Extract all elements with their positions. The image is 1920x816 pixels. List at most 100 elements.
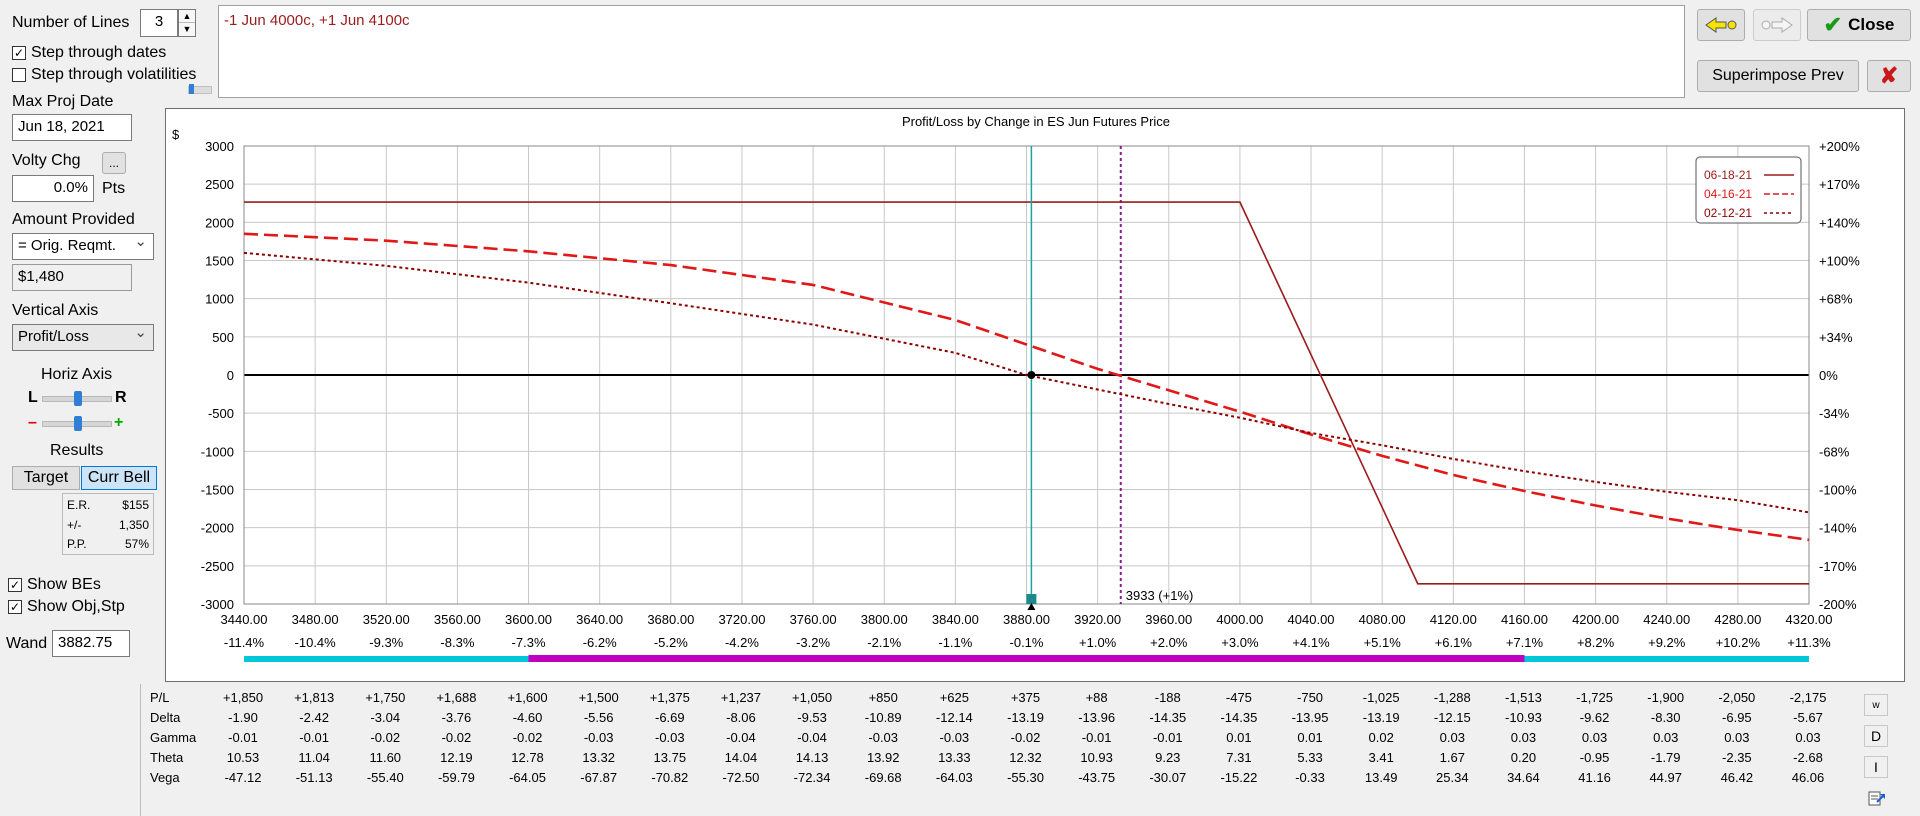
- greek-value: +1,750: [365, 690, 406, 705]
- x-pct-label: +11.3%: [1787, 635, 1831, 650]
- greek-value: -1,025: [1362, 690, 1400, 705]
- greek-value: +1,600: [507, 690, 548, 705]
- greek-value: -0.01: [1152, 730, 1183, 745]
- legend-entry: 04-16-21: [1704, 187, 1752, 201]
- checkbox-checked-icon[interactable]: ✓: [8, 578, 22, 592]
- checkbox-unchecked-icon[interactable]: [12, 68, 26, 82]
- greek-value: -0.02: [1010, 730, 1041, 745]
- step-vol-checkbox[interactable]: Step through volatilities: [12, 66, 196, 84]
- x-tick-label: 3440.00: [221, 612, 268, 627]
- wand-input[interactable]: 3882.75: [52, 630, 130, 657]
- amount-provided-select[interactable]: = Orig. Reqmt.: [12, 233, 154, 260]
- num-lines-stepper[interactable]: ▲ ▼: [178, 9, 196, 37]
- x-tick-label: 4160.00: [1501, 612, 1548, 627]
- x-tick-label: 3480.00: [292, 612, 339, 627]
- greek-value: -0.03: [654, 730, 685, 745]
- greek-value: 3.41: [1368, 750, 1394, 765]
- greek-value: -475: [1225, 690, 1252, 705]
- detail-button[interactable]: D: [1864, 725, 1888, 747]
- width-button[interactable]: w: [1864, 694, 1888, 716]
- export-icon[interactable]: [1864, 787, 1888, 809]
- target-annotation: 3933 (+1%): [1126, 588, 1194, 603]
- greek-value: -4.60: [512, 710, 543, 725]
- slider-thumb[interactable]: [74, 416, 82, 431]
- forward-arrow-button[interactable]: [1753, 9, 1801, 41]
- step-dates-checkbox[interactable]: ✓ Step through dates: [12, 44, 166, 62]
- vertical-axis-select[interactable]: Profit/Loss: [12, 324, 154, 351]
- x-pct-label: +2.0%: [1150, 635, 1188, 650]
- greek-value: -69.68: [864, 770, 902, 785]
- slider-thumb[interactable]: [189, 84, 194, 94]
- info-button[interactable]: I: [1864, 756, 1888, 778]
- vol-step-slider[interactable]: [188, 84, 212, 94]
- greek-value: -0.01: [299, 730, 329, 745]
- pp-label: P.P.: [67, 537, 87, 551]
- volty-chg-input[interactable]: 0.0%: [12, 175, 94, 202]
- x-tick-label: 3600.00: [505, 612, 552, 627]
- greek-value: 0.20: [1510, 750, 1537, 765]
- greek-value: -64.05: [509, 770, 546, 785]
- greek-value: -0.03: [868, 730, 899, 745]
- greek-value: -0.02: [441, 730, 472, 745]
- num-lines-input[interactable]: 3: [140, 9, 178, 37]
- volty-options-button[interactable]: ...: [102, 152, 126, 174]
- checkbox-checked-icon[interactable]: ✓: [8, 600, 22, 614]
- greek-value: -59.79: [437, 770, 475, 785]
- x-pct-label: +8.2%: [1577, 635, 1615, 650]
- spin-up-icon[interactable]: ▲: [179, 10, 195, 23]
- x-tick-label: 4280.00: [1714, 612, 1761, 627]
- x-pct-label: +4.1%: [1292, 635, 1330, 650]
- x-tick-label: 3520.00: [363, 612, 410, 627]
- greek-value: -0.01: [1081, 730, 1112, 745]
- superimpose-prev-button[interactable]: Superimpose Prev: [1697, 60, 1859, 92]
- show-obj-stp-checkbox[interactable]: ✓ Show Obj,Stp: [8, 598, 125, 616]
- greek-value: 7.31: [1226, 750, 1252, 765]
- back-arrow-button[interactable]: [1697, 9, 1745, 41]
- greek-value: 0.03: [1653, 730, 1679, 745]
- y-pct-label: +68%: [1819, 292, 1853, 307]
- position-textarea[interactable]: -1 Jun 4000c, +1 Jun 4100c: [218, 5, 1685, 98]
- greek-value: -3.04: [370, 710, 401, 725]
- greek-value: +1,375: [649, 690, 690, 705]
- pl-chart[interactable]: Profit/Loss by Change in ES Jun Futures …: [166, 109, 1906, 683]
- x-tick-label: 3800.00: [861, 612, 908, 627]
- y-tick-label: -2000: [201, 521, 234, 536]
- er-value: $155: [122, 498, 149, 512]
- greek-value: 12.32: [1009, 750, 1042, 765]
- greek-value: -6.95: [1722, 710, 1752, 725]
- target-button[interactable]: Target: [12, 466, 80, 490]
- close-button[interactable]: ✔ Close: [1807, 9, 1911, 41]
- zoom-slider[interactable]: [42, 416, 112, 431]
- volty-chg-label: Volty Chg: [12, 152, 81, 169]
- max-proj-label: Max Proj Date: [12, 93, 114, 110]
- show-bes-checkbox[interactable]: ✓ Show BEs: [8, 576, 101, 594]
- greek-value: 12.19: [440, 750, 473, 765]
- max-proj-date-input[interactable]: Jun 18, 2021: [12, 114, 132, 141]
- spin-down-icon[interactable]: ▼: [179, 23, 195, 36]
- pl-chart-panel: Profit/Loss by Change in ES Jun Futures …: [165, 108, 1905, 682]
- y-pct-label: -140%: [1819, 521, 1857, 536]
- wand-label: Wand: [6, 635, 48, 652]
- greek-label: Delta: [150, 710, 181, 725]
- greek-value: -12.15: [1433, 710, 1471, 725]
- zoom-plus-icon: +: [114, 414, 124, 431]
- greek-value: 0.03: [1795, 730, 1821, 745]
- curr-bell-button[interactable]: Curr Bell: [81, 466, 157, 490]
- slider-thumb[interactable]: [74, 391, 82, 406]
- horiz-axis-label: Horiz Axis: [41, 366, 113, 383]
- greek-value: 41.16: [1578, 770, 1611, 785]
- volty-unit: Pts: [102, 180, 126, 197]
- x-pct-label: +3.0%: [1221, 635, 1259, 650]
- yellow-left-arrow-icon: [1705, 17, 1737, 33]
- amount-value: $1,480: [12, 264, 132, 291]
- greek-value: -2.35: [1722, 750, 1752, 765]
- y-pct-label: +200%: [1819, 139, 1860, 154]
- greek-value: -0.04: [797, 730, 827, 745]
- vertical-axis-label: Vertical Axis: [12, 302, 99, 319]
- x-tick-label: 4200.00: [1572, 612, 1619, 627]
- delete-button[interactable]: ✘: [1867, 60, 1911, 92]
- x-tick-label: 3680.00: [647, 612, 694, 627]
- greek-value: 11.60: [369, 750, 402, 765]
- checkbox-checked-icon[interactable]: ✓: [12, 46, 26, 60]
- horiz-axis-slider[interactable]: [42, 391, 112, 406]
